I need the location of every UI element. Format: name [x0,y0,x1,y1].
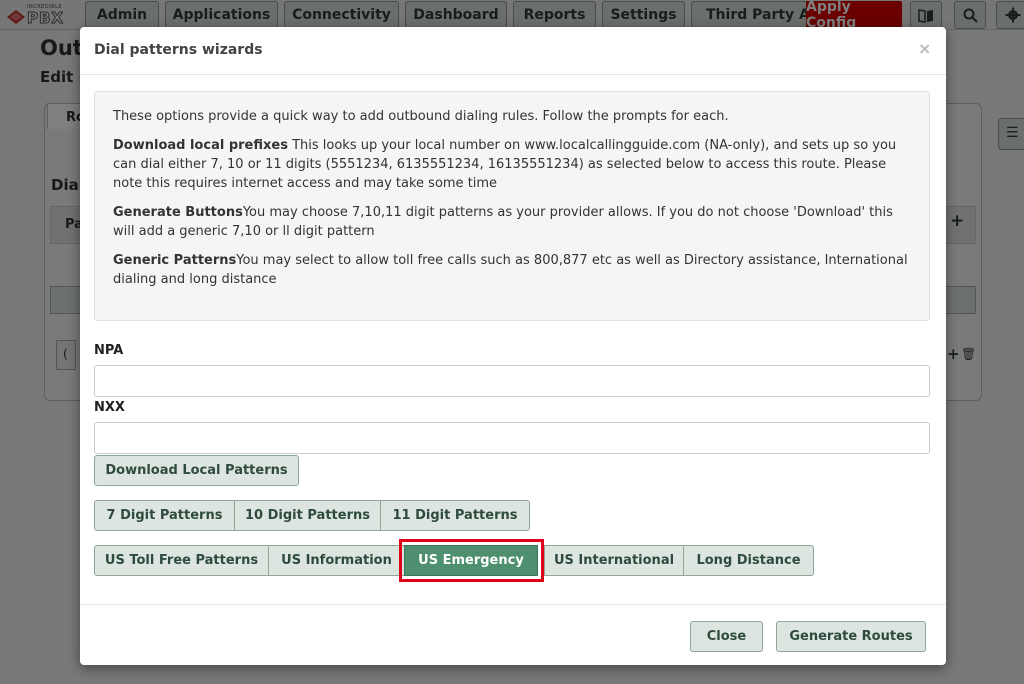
dial-patterns-wizard-modal: Dial patterns wizards × These options pr… [80,27,946,665]
11-digit-patterns-button[interactable]: 11 Digit Patterns [380,500,530,531]
generic-heading: Generic Patterns [113,253,237,268]
nxx-input[interactable] [94,422,930,454]
us-information-button[interactable]: US Information [268,545,405,576]
close-button[interactable]: Close [690,621,763,652]
npa-label: NPA [94,343,124,358]
download-description: Download local prefixes This looks up yo… [113,136,911,193]
generate-routes-button[interactable]: Generate Routes [776,621,926,652]
download-heading: Download local prefixes [113,138,288,153]
long-distance-button[interactable]: Long Distance [683,545,814,576]
npa-input[interactable] [94,365,930,397]
10-digit-patterns-button[interactable]: 10 Digit Patterns [234,500,381,531]
selection-highlight [399,539,544,582]
7-digit-patterns-button[interactable]: 7 Digit Patterns [94,500,235,531]
generate-heading: Generate Buttons [113,205,243,220]
intro-text: These options provide a quick way to add… [113,109,729,124]
modal-header: Dial patterns wizards × [80,27,946,75]
download-local-patterns-button[interactable]: Download Local Patterns [94,455,299,486]
modal-title: Dial patterns wizards [94,42,263,58]
wizard-instructions: These options provide a quick way to add… [94,91,930,321]
us-international-button[interactable]: US International [544,545,684,576]
us-toll-free-patterns-button[interactable]: US Toll Free Patterns [94,545,269,576]
generate-description: Generate ButtonsYou may choose 7,10,11 d… [113,203,911,241]
close-icon[interactable]: × [918,39,931,58]
modal-footer-divider [80,604,946,605]
generic-description: Generic PatternsYou may select to allow … [113,251,911,289]
nxx-label: NXX [94,400,125,415]
